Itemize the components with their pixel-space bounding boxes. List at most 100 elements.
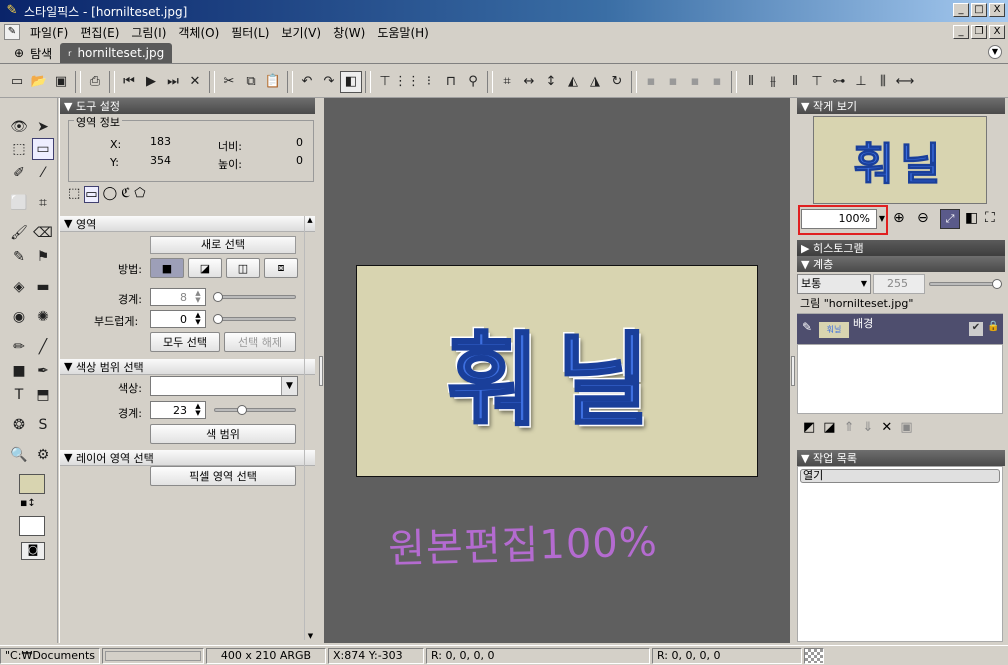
right-splitter-handle[interactable] [791,356,795,386]
path-pen-icon[interactable]: ✒ [32,360,54,382]
style-s-icon[interactable]: S [32,414,54,436]
background-color-swatch[interactable] [19,516,45,536]
print-icon[interactable]: ⎙ [84,71,106,93]
color-select[interactable]: ▼ [150,376,298,396]
rotate-180-icon[interactable]: ↻ [606,71,628,93]
minimize-button[interactable]: _ [953,3,969,17]
border-slider[interactable] [213,292,296,302]
color-range-header[interactable]: ▼ 색상 범위 선택 [60,359,315,375]
flip-vertical-icon[interactable]: ↕ [540,71,562,93]
document-icon[interactable]: ✎ [4,24,20,40]
arrange-4-icon[interactable]: ▪ [706,71,728,93]
opacity-slider[interactable] [929,279,1002,289]
red-eye-icon[interactable]: ◉ [8,306,30,328]
layer-visible-checkbox[interactable]: ✔ [969,322,983,336]
move-down-icon[interactable]: ⇓ [863,420,874,435]
screenshot-icon[interactable]: ◙ [21,542,45,560]
foreground-color-swatch[interactable] [19,474,45,494]
distribute-icon[interactable]: ⫼ [872,71,894,93]
guide-icon[interactable]: ⁝ [418,71,440,93]
pin-icon[interactable]: ⚲ [462,71,484,93]
tab-file[interactable]: r hornilteset.jpg [60,43,173,63]
border-input[interactable]: 8 ▲ ▼ [150,288,206,306]
select-all-icon[interactable]: ⬚ [8,138,30,160]
select-all-button[interactable]: 모두 선택 [150,332,220,352]
ellipse-mode-icon[interactable]: ◯ [103,186,118,203]
text-icon[interactable]: T [8,384,30,406]
align-top-icon[interactable]: ⊤ [806,71,828,93]
histogram-header[interactable]: ▶ 히스토그램 [797,240,1005,256]
fill-bucket-icon[interactable]: ◈ [8,276,30,298]
thumbnail-preview[interactable]: 훠닐 [813,116,987,204]
play-icon[interactable]: ▶ [140,71,162,93]
history-item-open[interactable]: 열기 [800,469,1000,483]
menu-filter[interactable]: 필터(L) [225,24,275,41]
method-intersect-button[interactable]: ⧈ [264,258,298,278]
menu-image[interactable]: 그림(I) [125,24,172,41]
magic-wand-icon[interactable]: ⁄ [32,162,54,184]
color-range-button[interactable]: 색 범위 [150,424,296,444]
arrange-1-icon[interactable]: ▪ [640,71,662,93]
left-splitter-handle[interactable] [319,356,323,386]
image-group-label[interactable]: 그림 "hornilteset.jpg" [797,296,1003,314]
color-wheel-icon[interactable]: ❂ [8,414,30,436]
flip-horizontal-icon[interactable]: ↔ [518,71,540,93]
crop-tool-icon[interactable]: ⌗ [32,192,54,214]
panel-toggle-icon[interactable]: ◧ [340,70,362,93]
zoom-icon[interactable]: 🔍 [8,444,30,466]
object-icon[interactable]: ⬒ [32,384,54,406]
rect-mode-icon[interactable]: ▭ [84,186,99,203]
undo-icon[interactable]: ↶ [296,71,318,93]
rotate-left-icon[interactable]: ◭ [562,71,584,93]
region-header[interactable]: ▼ 영역 [60,216,315,232]
gear-icon[interactable]: ⚙ [32,444,54,466]
thumbnail-header[interactable]: ▼ 작게 보기 [797,98,1005,114]
method-subtract-button[interactable]: ◫ [226,258,260,278]
zoom-in-icon[interactable]: ⊕ [893,210,905,226]
layer-row-background[interactable]: ✎ 훠닐 배경 ✔ 🔒 [797,314,1003,344]
distribute-h-icon[interactable]: ⟷ [894,71,916,93]
color-border-input[interactable]: 23 ▲ ▼ [150,401,206,419]
save-icon[interactable]: ▣ [50,71,72,93]
delete-icon[interactable]: ✕ [184,71,206,93]
paste-icon[interactable]: 📋 [262,71,284,93]
snap-icon[interactable]: ⊓ [440,71,462,93]
swap-colors-icon[interactable]: ◾↕ [20,498,36,509]
align-center-icon[interactable]: ⫵ [762,71,784,93]
blend-mode-select[interactable]: 보통 ▼ [797,274,871,294]
open-folder-icon[interactable]: 📂 [28,71,50,93]
effect-icon[interactable]: ✺ [32,306,54,328]
history-header[interactable]: ▼ 작업 목록 [797,450,1005,466]
tab-list-dropdown-icon[interactable]: ▼ [988,45,1002,59]
feather-input[interactable]: 0 ▲ ▼ [150,310,206,328]
layer-property-icon[interactable]: ▣ [900,420,912,435]
gradient-icon[interactable]: ▬ [32,276,54,298]
stamp-icon[interactable]: ⚑ [32,246,54,268]
align-bottom-icon[interactable]: ⊥ [850,71,872,93]
method-replace-button[interactable]: ■ [150,258,184,278]
actual-size-icon[interactable]: ◧ [965,210,978,226]
tab-explore[interactable]: ⊕ 탐색 [6,43,60,63]
fit-window-icon[interactable]: ⤢ [940,209,960,229]
menu-object[interactable]: 객체(O) [172,24,225,41]
pen-icon[interactable]: ✎ [8,246,30,268]
cut-icon[interactable]: ✂ [218,71,240,93]
align-right-icon[interactable]: ⫴ [784,71,806,93]
lasso-icon[interactable]: ✐ [8,162,30,184]
close-button[interactable]: X [989,3,1005,17]
zoom-out-icon[interactable]: ⊖ [917,210,929,226]
eraser-icon[interactable]: ⌫ [32,222,54,244]
menu-file[interactable]: 파일(F) [24,24,74,41]
new-selection-button[interactable]: 새로 선택 [150,236,296,254]
feather-slider[interactable] [213,314,296,324]
deselect-button[interactable]: 선택 해제 [224,332,296,352]
panel-scrollbar[interactable]: ▲ ▼ [304,216,315,640]
pointer-icon[interactable]: ➤ [32,116,54,138]
copy-icon[interactable]: ⧉ [240,71,262,93]
delete-layer-icon[interactable]: ✕ [881,420,892,435]
menu-edit[interactable]: 편집(E) [74,24,125,41]
method-add-button[interactable]: ◪ [188,258,222,278]
color-border-slider[interactable] [214,405,296,415]
maximize-button[interactable]: □ [971,3,987,17]
duplicate-layer-icon[interactable]: ◪ [823,420,835,435]
